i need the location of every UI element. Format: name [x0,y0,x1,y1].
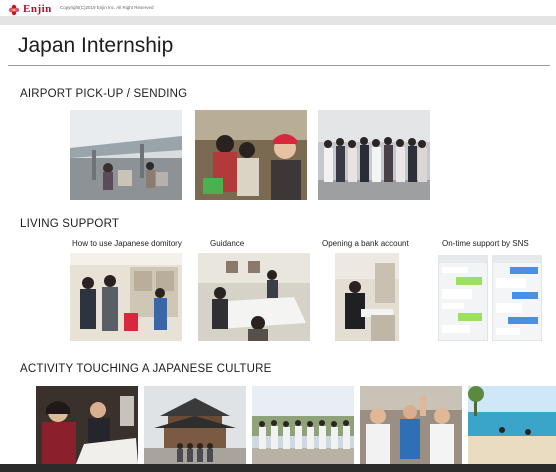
section-heading-living: LIVING SUPPORT [20,218,120,230]
photo-sns-chat-2 [492,255,542,341]
photo-culture-temple [144,386,246,464]
photo-culture-beach [468,386,556,464]
caption-bank: Opening a bank account [322,239,409,248]
copyright-text: Copyright(C)2019 Enjin Inc. All Right Re… [60,5,154,10]
caption-dormitory: How to use Japanese domitory [72,239,182,248]
section-heading-airport: AIRPORT PICK-UP / SENDING [20,88,188,100]
photo-guidance [198,253,310,341]
photo-airport-group [318,110,430,200]
photo-culture-calligraphy [36,386,138,464]
photo-sns-chat-1 [438,255,488,341]
enjin-flower-logo-icon [8,3,20,16]
caption-guidance: Guidance [210,239,245,248]
caption-sns: On-time support by SNS [442,239,529,248]
photo-airport-selfie [195,110,307,200]
brand-logo: Enjin [8,2,52,16]
bottom-bar [0,464,556,472]
photo-airport-terminal [70,110,182,200]
header-band [0,16,556,25]
title-divider [8,65,550,66]
photo-dormitory [70,253,182,341]
page-title: Japan Internship [18,34,174,57]
brand-name: Enjin [23,3,52,15]
photo-bank-account [335,253,399,341]
photo-culture-group [252,386,354,464]
photo-culture-cheer [360,386,462,464]
section-heading-culture: ACTIVITY TOUCHING A JAPANESE CULTURE [20,363,272,375]
